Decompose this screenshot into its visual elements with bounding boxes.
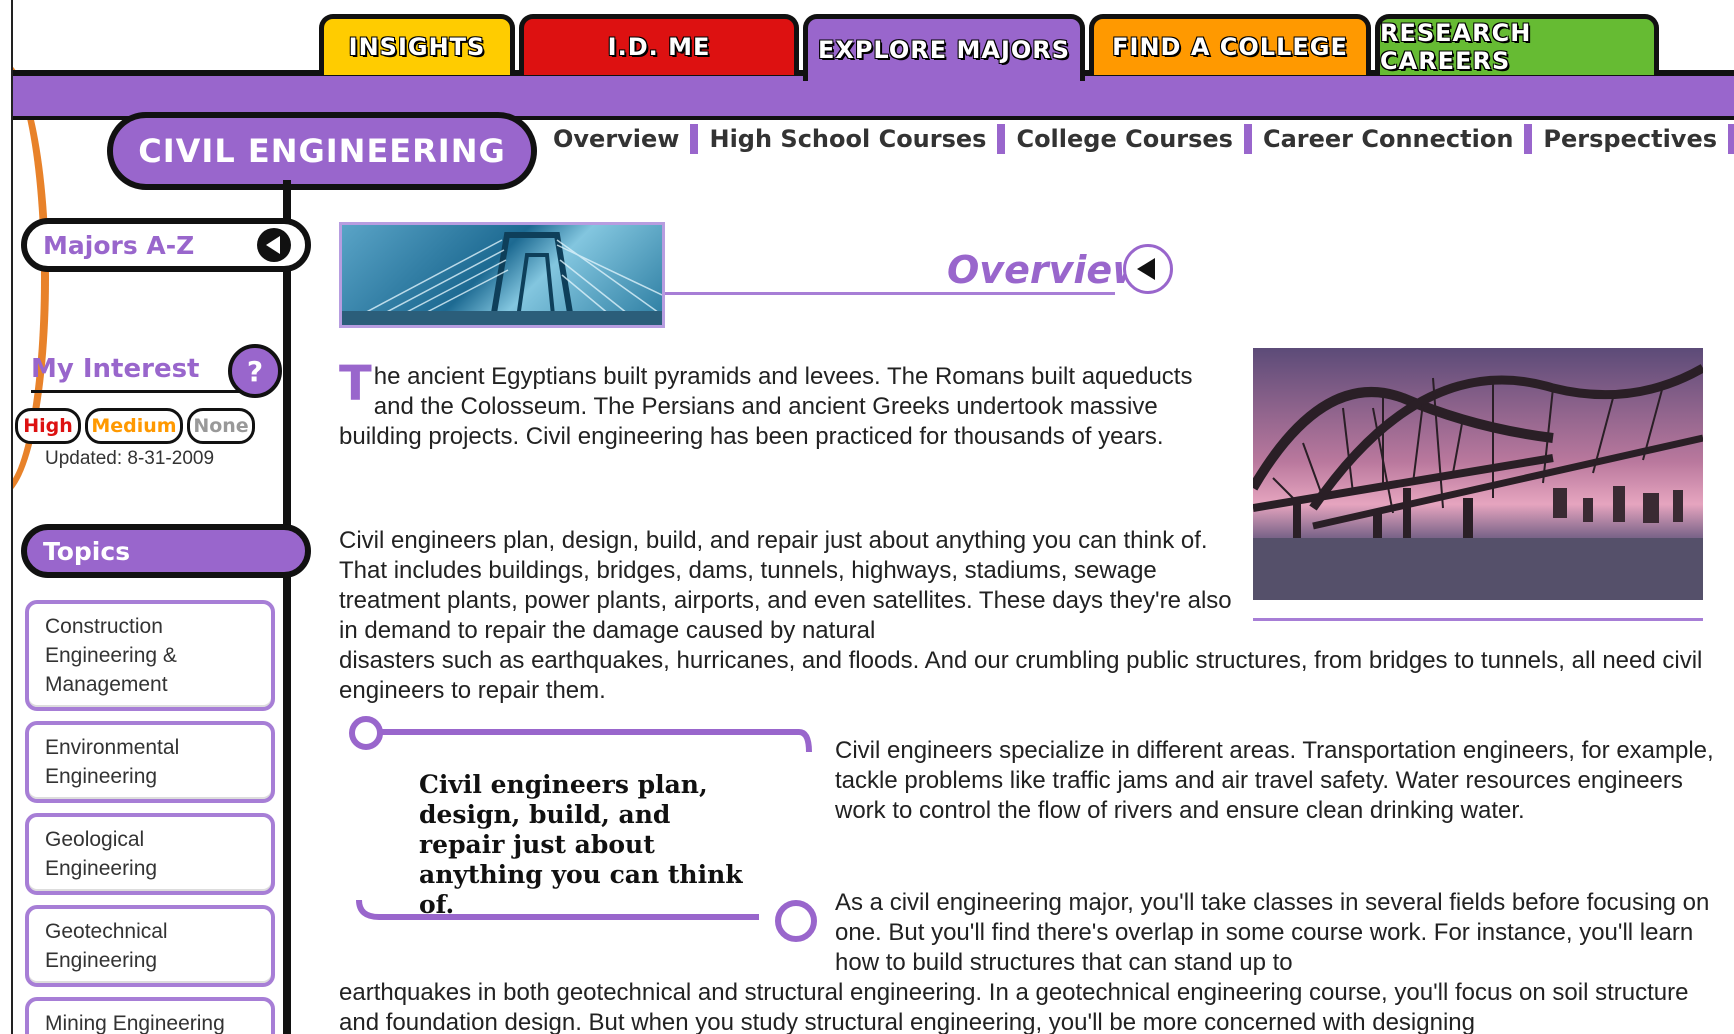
subnav-perspectives[interactable]: Perspectives	[1543, 125, 1717, 153]
quote-ring-top	[349, 716, 383, 750]
quote-ring-bottom	[775, 900, 817, 942]
majors-arrow-icon[interactable]	[257, 228, 291, 262]
interest-underline	[31, 390, 241, 393]
bridge-banner-image	[339, 222, 665, 328]
tab-insights[interactable]: INSIGHTS	[319, 14, 515, 75]
tab-research-careers[interactable]: RESEARCH CAREERS	[1375, 14, 1659, 75]
help-icon[interactable]: ?	[228, 344, 282, 398]
paragraph-intro: The ancient Egyptians built pyramids and…	[339, 356, 1229, 452]
interest-high-button[interactable]: High	[15, 408, 81, 444]
subnav-college-courses[interactable]: College Courses	[1016, 125, 1233, 153]
subnav-separator	[1243, 124, 1252, 154]
subnav-separator	[1524, 124, 1533, 154]
subnav-career-connection[interactable]: Career Connection	[1263, 125, 1513, 153]
truss-bridge-illustration	[1253, 364, 1703, 600]
topic-environmental-engineering[interactable]: Environmental Engineering	[25, 721, 275, 803]
topic-list: Construction Engineering & Management En…	[25, 600, 275, 1034]
subnav-separator	[1728, 124, 1734, 154]
tab-id-me[interactable]: I.D. ME	[519, 14, 799, 75]
subnav-overview[interactable]: Overview	[553, 125, 679, 153]
subnav-separator	[997, 124, 1006, 154]
subnav-separator	[690, 124, 699, 154]
interest-none-button[interactable]: None	[187, 408, 255, 444]
majors-a-z-label: Majors A-Z	[43, 230, 195, 260]
paragraph-2a: Civil engineers plan, design, build, and…	[339, 527, 1232, 644]
topics-label: Topics	[43, 536, 131, 566]
tab-find-a-college[interactable]: FIND A COLLEGE	[1089, 14, 1371, 75]
topic-construction-engineering[interactable]: Construction Engineering & Management	[25, 600, 275, 711]
paragraph-3: Civil engineers specialize in different …	[835, 737, 1714, 824]
topic-geological-engineering[interactable]: Geological Engineering	[25, 813, 275, 895]
page-frame: INSIGHTS I.D. ME EXPLORE MAJORS FIND A C…	[11, 0, 1734, 1034]
topics-header: Topics	[21, 524, 311, 578]
section-heading: Overview	[947, 248, 1148, 292]
subnav-high-school-courses[interactable]: High School Courses	[709, 125, 986, 153]
updated-date: Updated: 8-31-2009	[45, 448, 215, 469]
section-subnav: Overview High School Courses College Cou…	[553, 124, 1734, 154]
bridge-photo	[1253, 348, 1703, 600]
paragraph-4a: As a civil engineering major, you'll tak…	[835, 889, 1710, 976]
drop-cap: T	[339, 356, 372, 412]
main-nav-tabs: INSIGHTS I.D. ME EXPLORE MAJORS FIND A C…	[319, 14, 1659, 81]
overview-back-icon[interactable]	[1123, 244, 1173, 294]
my-interest-label: My Interest	[31, 354, 200, 384]
interest-medium-button[interactable]: Medium	[85, 408, 183, 444]
paragraph-2b: disasters such as earthquakes, hurricane…	[339, 647, 1703, 704]
heading-rule	[665, 292, 1115, 295]
paragraph-intro-text: he ancient Egyptians built pyramids and …	[339, 363, 1193, 450]
bridge-cables-illustration	[342, 232, 662, 325]
topic-mining-engineering[interactable]: Mining Engineering	[25, 997, 275, 1034]
topic-geotechnical-engineering[interactable]: Geotechnical Engineering	[25, 905, 275, 987]
tab-explore-majors[interactable]: EXPLORE MAJORS	[803, 14, 1085, 81]
pull-quote: Civil engineers plan, design, build, and…	[419, 770, 743, 919]
sidebar-divider	[283, 180, 291, 1034]
page-title: CIVIL ENGINEERING	[107, 112, 537, 190]
photo-rule	[1253, 618, 1703, 621]
paragraph-4b: earthquakes in both geotechnical and str…	[339, 979, 1689, 1034]
